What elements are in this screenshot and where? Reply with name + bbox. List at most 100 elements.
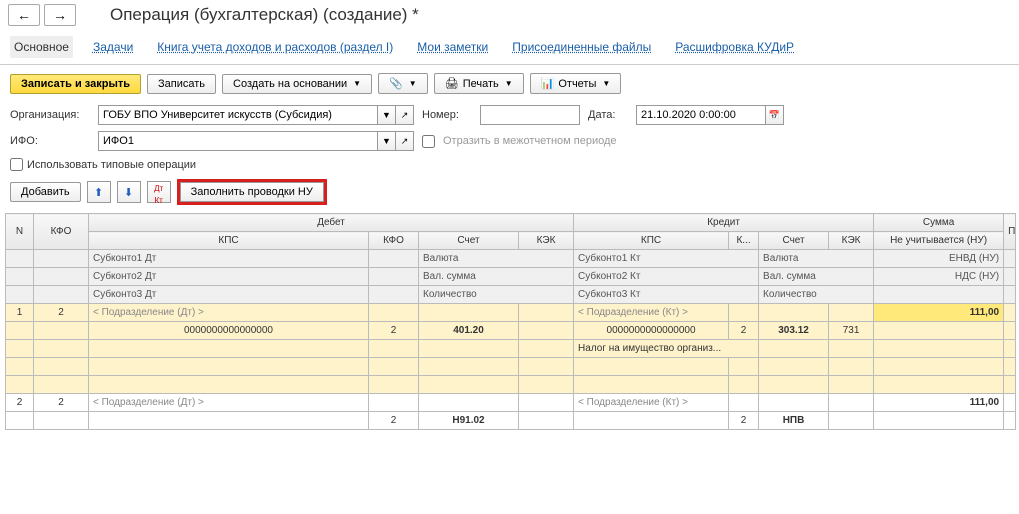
calendar-button[interactable]: 📅 xyxy=(766,105,784,125)
attach-button[interactable]: 📎▼ xyxy=(378,73,428,94)
subh-sk1dt: Субконто1 Дт xyxy=(89,250,369,268)
num-input[interactable] xyxy=(480,105,580,125)
cell-n: 2 xyxy=(6,394,34,412)
col-kek-dt[interactable]: КЭК xyxy=(519,232,574,250)
forward-button[interactable]: → xyxy=(44,4,76,26)
table-row[interactable] xyxy=(6,358,1016,376)
subh-qty-dt: Количество xyxy=(419,286,574,304)
save-button[interactable]: Записать xyxy=(147,74,216,94)
cell-acct-dt[interactable]: Н91.02 xyxy=(419,412,519,430)
subh-currency-kt: Валюта xyxy=(759,250,874,268)
entries-table: N КФО Дебет Кредит Сумма П КПС КФО Счет … xyxy=(5,213,1016,430)
cell-k-kt[interactable]: 2 xyxy=(729,412,759,430)
tab-book[interactable]: Книга учета доходов и расходов (раздел I… xyxy=(153,36,397,58)
chevron-down-icon: ▼ xyxy=(409,79,417,88)
cell-kps-dt[interactable]: 0000000000000000 xyxy=(89,322,369,340)
chevron-down-icon: ▼ xyxy=(602,79,610,88)
page-title: Операция (бухгалтерская) (создание) * xyxy=(110,5,419,25)
subh-sk2dt: Субконто2 Дт xyxy=(89,268,369,286)
num-label: Номер: xyxy=(422,109,472,121)
org-input[interactable] xyxy=(98,105,378,125)
chevron-down-icon: ▼ xyxy=(505,79,513,88)
use-typical-checkbox[interactable] xyxy=(10,158,23,171)
cell-kek-kt[interactable]: 731 xyxy=(829,322,874,340)
subh-valsum-kt: Вал. сумма xyxy=(759,268,874,286)
clip-icon: 📎 xyxy=(389,77,403,90)
col-sum[interactable]: Сумма xyxy=(874,214,1004,232)
move-up-button[interactable]: ⬆ xyxy=(87,181,111,203)
add-button[interactable]: Добавить xyxy=(10,182,81,202)
subh-sk3dt: Субконто3 Дт xyxy=(89,286,369,304)
col-acct-dt[interactable]: Счет xyxy=(419,232,519,250)
org-label: Организация: xyxy=(10,109,90,121)
table-row[interactable] xyxy=(6,376,1016,394)
print-button[interactable]: 🖨 Печать▼ xyxy=(434,73,524,94)
cell-sum[interactable]: 111,00 xyxy=(874,394,1004,412)
cell-k-kt[interactable]: 2 xyxy=(729,322,759,340)
ifo-input[interactable] xyxy=(98,131,378,151)
col-credit[interactable]: Кредит xyxy=(574,214,874,232)
tab-files[interactable]: Присоединенные файлы xyxy=(508,36,655,58)
table-row[interactable]: Налог на имущество организ... xyxy=(6,340,1016,358)
arrow-up-icon: ⬆ xyxy=(94,187,103,199)
cell-acct-dt[interactable]: 401.20 xyxy=(419,322,519,340)
tab-main[interactable]: Основное xyxy=(10,36,73,58)
cell-kfo-dt[interactable]: 2 xyxy=(369,322,419,340)
table-row[interactable]: 1 2 < Подразделение (Дт) > < Подразделен… xyxy=(6,304,1016,322)
cell-sum[interactable]: 111,00 xyxy=(874,304,1004,322)
cell-acct-kt[interactable]: 303.12 xyxy=(759,322,829,340)
col-kps-dt[interactable]: КПС xyxy=(89,232,369,250)
report-icon: 📊 xyxy=(541,77,555,90)
col-acct-kt[interactable]: Счет xyxy=(759,232,829,250)
reflect-checkbox[interactable] xyxy=(422,135,435,148)
use-typical-label: Использовать типовые операции xyxy=(27,159,196,171)
reflect-label: Отразить в межотчетном периоде xyxy=(443,135,617,147)
tab-kudir[interactable]: Расшифровка КУДиР xyxy=(671,36,798,58)
date-label: Дата: xyxy=(588,109,628,121)
col-k-kt[interactable]: К... xyxy=(729,232,759,250)
move-down-button[interactable]: ⬇ xyxy=(117,181,141,203)
table-row[interactable]: 2 Н91.02 2 НПВ xyxy=(6,412,1016,430)
cell-kps-kt[interactable]: 0000000000000000 xyxy=(574,322,729,340)
subh-sk1kt: Субконто1 Кт xyxy=(574,250,759,268)
col-debit[interactable]: Дебет xyxy=(89,214,574,232)
dtkt-icon: ДтКт xyxy=(154,184,163,205)
cell-dept-kt[interactable]: < Подразделение (Кт) > xyxy=(574,394,729,412)
org-open-button[interactable]: ↗ xyxy=(396,105,414,125)
cell-note-kt[interactable]: Налог на имущество организ... xyxy=(574,340,759,358)
back-button[interactable]: ← xyxy=(8,4,40,26)
create-based-button[interactable]: Создать на основании▼ xyxy=(222,74,372,94)
highlight-fill-nu: Заполнить проводки НУ xyxy=(177,179,327,205)
col-n[interactable]: N xyxy=(6,214,34,250)
col-kek-kt[interactable]: КЭК xyxy=(829,232,874,250)
org-dropdown-button[interactable]: ▼ xyxy=(378,105,396,125)
calendar-icon: 📅 xyxy=(769,110,780,120)
save-close-button[interactable]: Записать и закрыть xyxy=(10,74,141,94)
cell-dept-dt[interactable]: < Подразделение (Дт) > xyxy=(89,304,369,322)
col-kfo[interactable]: КФО xyxy=(34,214,89,250)
ifo-open-button[interactable]: ↗ xyxy=(396,131,414,151)
table-row[interactable]: 2 2 < Подразделение (Дт) > < Подразделен… xyxy=(6,394,1016,412)
subh-nds: НДС (НУ) xyxy=(874,268,1004,286)
col-kps-kt[interactable]: КПС xyxy=(574,232,729,250)
tab-tasks[interactable]: Задачи xyxy=(89,36,137,58)
col-p[interactable]: П xyxy=(1004,214,1016,250)
tab-notes[interactable]: Мои заметки xyxy=(413,36,492,58)
date-input[interactable] xyxy=(636,105,766,125)
cell-kfo-dt[interactable]: 2 xyxy=(369,412,419,430)
cell-dept-dt[interactable]: < Подразделение (Дт) > xyxy=(89,394,369,412)
fill-nu-button[interactable]: Заполнить проводки НУ xyxy=(180,182,324,202)
cell-kfo: 2 xyxy=(34,394,89,412)
reports-button[interactable]: 📊 Отчеты▼ xyxy=(530,73,622,94)
col-kfo-dt[interactable]: КФО xyxy=(369,232,419,250)
main-toolbar: Записать и закрыть Записать Создать на о… xyxy=(0,65,1019,102)
subh-sk3kt: Субконто3 Кт xyxy=(574,286,759,304)
cell-acct-kt[interactable]: НПВ xyxy=(759,412,829,430)
table-row[interactable]: 0000000000000000 2 401.20 00000000000000… xyxy=(6,322,1016,340)
subh-sk2kt: Субконто2 Кт xyxy=(574,268,759,286)
col-not-counted[interactable]: Не учитывается (НУ) xyxy=(874,232,1004,250)
ifo-dropdown-button[interactable]: ▼ xyxy=(378,131,396,151)
subh-qty-kt: Количество xyxy=(759,286,874,304)
dtkt-button[interactable]: ДтКт xyxy=(147,181,171,203)
cell-dept-kt[interactable]: < Подразделение (Кт) > xyxy=(574,304,729,322)
